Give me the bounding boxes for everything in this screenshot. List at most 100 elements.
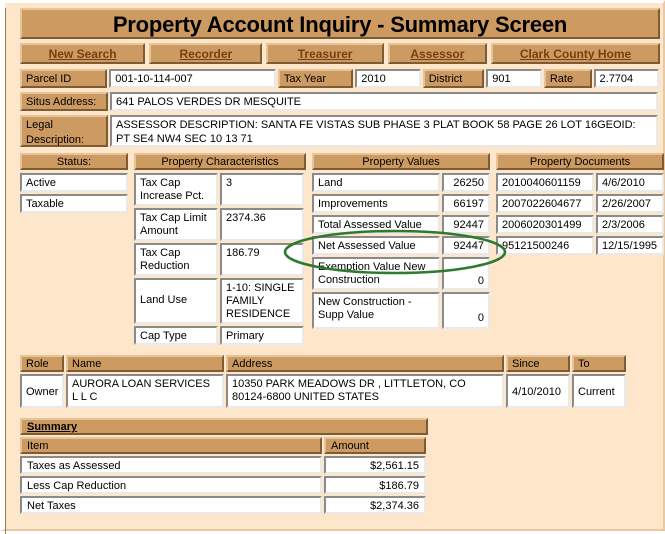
nav-assessor[interactable]: Assessor — [387, 43, 488, 64]
char-value-1: 2374.36 — [220, 208, 304, 241]
document-date-0: 4/6/2010 — [596, 173, 664, 192]
documents-row: 95121500246 12/15/1995 — [496, 236, 664, 255]
parcel-id-label: Parcel ID — [20, 69, 108, 88]
status-item-active: Active — [20, 173, 128, 192]
values-heading: Property Values — [312, 153, 490, 170]
status-panel-heading: Status: — [20, 153, 128, 170]
status-panel: Status: Active Taxable — [20, 153, 128, 215]
owner-cell-address: 10350 PARK MEADOWS DR , LITTLETON, CO 80… — [226, 374, 504, 408]
owner-table-row: Owner AURORA LOAN SERVICES L L C 10350 P… — [20, 374, 664, 408]
characteristics-row: Cap Type Primary — [134, 326, 306, 345]
owner-table-header: Role Name Address Since To — [20, 355, 664, 372]
situs-address-row: Situs Address: 641 PALOS VERDES DR MESQU… — [20, 92, 659, 111]
document-number-2[interactable]: 2006020301499 — [496, 215, 594, 234]
values-row-net-assessed: Net Assessed Value 92447 — [312, 236, 490, 255]
owner-cell-name: AURORA LOAN SERVICES L L C — [66, 374, 224, 408]
document-date-2: 2/3/2006 — [596, 215, 664, 234]
document-number-0[interactable]: 2010040601159 — [496, 173, 594, 192]
nav-recorder[interactable]: Recorder — [149, 43, 263, 64]
summary-amount-1: $186.79 — [324, 476, 426, 494]
summary-title: Summary — [20, 418, 428, 435]
summary-title-text: Summary — [27, 421, 78, 433]
char-label-1: Tax Cap Limit Amount — [134, 208, 218, 241]
parcel-row: Parcel ID 001-10-114-007 Tax Year 2010 D… — [20, 69, 660, 88]
documents-row: 2006020301499 2/3/2006 — [496, 215, 664, 234]
district-value[interactable]: 901 — [486, 69, 542, 88]
char-label-4: Cap Type — [134, 326, 218, 345]
situs-address-value[interactable]: 641 PALOS VERDES DR MESQUITE — [110, 92, 658, 111]
parcel-id-value[interactable]: 001-10-114-007 — [109, 69, 276, 88]
summary-item-2: Net Taxes — [20, 496, 322, 514]
char-label-2: Tax Cap Reduction — [134, 243, 218, 276]
document-number-1[interactable]: 2007022604677 — [496, 194, 594, 213]
char-label-0: Tax Cap Increase Pct. — [134, 173, 218, 206]
char-value-0: 3 — [220, 173, 304, 206]
characteristics-row: Land Use 1-10: SINGLE FAMILY RESIDENCE — [134, 278, 306, 324]
values-row: Improvements 66197 — [312, 194, 490, 213]
situs-address-label: Situs Address: — [20, 92, 108, 111]
owner-cell-since: 4/10/2010 — [506, 374, 570, 408]
value-amount-0: 26250 — [442, 173, 490, 192]
value-amount-3: 92447 — [442, 236, 490, 255]
nav-new-search-label: New Search — [48, 47, 117, 61]
page-root: Property Account Inquiry - Summary Scree… — [0, 0, 665, 534]
summary-table: Summary Item Amount Taxes as Assessed $2… — [20, 418, 428, 514]
owner-cell-role: Owner — [20, 374, 64, 408]
document-date-1: 2/26/2007 — [596, 194, 664, 213]
documents-heading: Property Documents — [496, 153, 664, 170]
tax-year-label: Tax Year — [277, 69, 354, 88]
char-label-3: Land Use — [134, 278, 218, 324]
summary-row: Taxes as Assessed $2,561.15 — [20, 456, 428, 474]
page-inner: Property Account Inquiry - Summary Scree… — [5, 8, 664, 534]
owner-col-name: Name — [66, 355, 224, 372]
documents-panel: Property Documents 2010040601159 4/6/201… — [496, 153, 664, 257]
value-label-5: New Construction - Supp Value — [312, 292, 440, 329]
char-value-4: Primary — [220, 326, 304, 345]
summary-amount-2: $2,374.36 — [324, 496, 426, 514]
char-value-2: 186.79 — [220, 243, 304, 276]
owner-table: Role Name Address Since To Owner AURORA … — [20, 355, 664, 408]
characteristics-row: Tax Cap Limit Amount 2374.36 — [134, 208, 306, 241]
legal-description-value[interactable]: ASSESSOR DESCRIPTION: SANTA FE VISTAS SU… — [110, 115, 658, 147]
nav-recorder-label: Recorder — [179, 47, 233, 61]
nav-new-search[interactable]: New Search — [20, 43, 146, 64]
summary-col-item: Item — [20, 437, 322, 454]
documents-row: 2007022604677 2/26/2007 — [496, 194, 664, 213]
nav-clark-county-home[interactable]: Clark County Home — [491, 43, 661, 64]
owner-col-since: Since — [506, 355, 570, 372]
summary-item-0: Taxes as Assessed — [20, 456, 322, 474]
panels-grid: Status: Active Taxable Property Characte… — [20, 153, 664, 347]
value-label-4: Exemption Value New Construction — [312, 257, 440, 290]
rate-value[interactable]: 2.7704 — [593, 69, 660, 88]
owner-col-address: Address — [226, 355, 504, 372]
summary-row: Less Cap Reduction $186.79 — [20, 476, 428, 494]
nav-treasurer[interactable]: Treasurer — [266, 43, 384, 64]
characteristics-row: Tax Cap Reduction 186.79 — [134, 243, 306, 276]
value-amount-5: 0 — [442, 292, 490, 329]
legal-description-row: Legal Description: ASSESSOR DESCRIPTION:… — [20, 115, 659, 147]
value-amount-1: 66197 — [442, 194, 490, 213]
page-title-text: Property Account Inquiry - Summary Scree… — [112, 12, 568, 37]
document-number-3[interactable]: 95121500246 — [496, 236, 594, 255]
values-panel: Property Values Land 26250 Improvements … — [312, 153, 490, 331]
values-row: Land 26250 — [312, 173, 490, 192]
value-label-0: Land — [312, 173, 440, 192]
values-row: New Construction - Supp Value 0 — [312, 292, 490, 329]
owner-col-role: Role — [20, 355, 64, 372]
nav-bar: New Search Recorder Treasurer Assessor C… — [20, 43, 661, 64]
page-title: Property Account Inquiry - Summary Scree… — [20, 8, 660, 39]
value-label-1: Improvements — [312, 194, 440, 213]
values-row: Exemption Value New Construction 0 — [312, 257, 490, 290]
tax-year-value[interactable]: 2010 — [355, 69, 421, 88]
status-item-taxable: Taxable — [20, 194, 128, 213]
summary-row: Net Taxes $2,374.36 — [20, 496, 428, 514]
rate-label: Rate — [543, 69, 592, 88]
characteristics-heading: Property Characteristics — [134, 153, 306, 170]
characteristics-row: Tax Cap Increase Pct. 3 — [134, 173, 306, 206]
nav-assessor-label: Assessor — [410, 47, 465, 61]
value-amount-2: 92447 — [442, 215, 490, 234]
nav-treasurer-label: Treasurer — [297, 47, 353, 61]
char-value-3: 1-10: SINGLE FAMILY RESIDENCE — [220, 278, 304, 324]
value-label-2: Total Assessed Value — [312, 215, 440, 234]
owner-cell-to: Current — [572, 374, 626, 408]
